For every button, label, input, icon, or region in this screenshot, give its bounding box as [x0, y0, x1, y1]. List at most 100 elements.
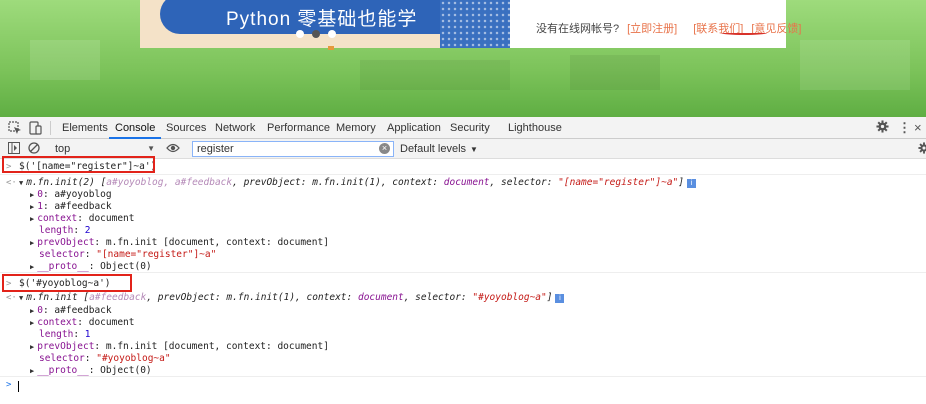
carousel-dot-active[interactable] — [312, 30, 320, 38]
property-key: selector — [39, 353, 85, 364]
live-expression-eye-icon[interactable] — [166, 142, 180, 154]
expand-triangle-icon[interactable]: ▶ — [30, 191, 34, 199]
property-key: context — [37, 213, 78, 224]
property-value: 2 — [84, 225, 91, 236]
chevron-down-icon: ▼ — [147, 144, 155, 153]
more-options-icon[interactable]: ⋮ — [898, 120, 911, 136]
register-link[interactable]: [立即注册] — [627, 23, 677, 35]
property-key: length — [39, 225, 74, 236]
tab-elements[interactable]: Elements — [62, 117, 108, 139]
divider — [0, 174, 926, 175]
tab-application[interactable]: Application — [387, 117, 441, 139]
chevron-down-icon: ▼ — [470, 145, 478, 154]
result-summary-sel-key: , selector: — [403, 292, 473, 303]
expand-triangle-icon[interactable]: ▼ — [19, 294, 23, 302]
context-value: top — [55, 143, 71, 155]
context-selector[interactable]: top ▼ — [50, 141, 158, 157]
inspect-element-icon[interactable] — [8, 121, 22, 135]
property-value: document — [88, 213, 135, 224]
carousel-dot[interactable] — [328, 30, 336, 38]
divider — [0, 272, 926, 273]
clear-filter-icon[interactable]: × — [379, 143, 390, 154]
info-icon[interactable]: i — [687, 179, 697, 188]
property-key: context — [37, 317, 78, 328]
result-prompt-icon: <· — [6, 293, 17, 303]
device-toolbar-icon[interactable] — [28, 121, 42, 135]
result-summary-items: a#yoyoblog, a#feedback — [106, 177, 233, 188]
expand-triangle-icon[interactable]: ▶ — [30, 307, 34, 315]
expand-triangle-icon[interactable]: ▼ — [19, 179, 23, 187]
property-key: prevObject — [37, 237, 95, 248]
page-marker — [328, 46, 334, 50]
background-block — [30, 40, 100, 80]
expand-triangle-icon[interactable]: ▶ — [30, 343, 34, 351]
devtools-tabbar: Elements Console Sources Network Perform… — [0, 117, 926, 139]
background-block — [800, 40, 910, 90]
property-value: Object(0) — [100, 261, 152, 272]
tab-performance[interactable]: Performance — [267, 117, 330, 139]
property-row[interactable]: ▶ context: document — [30, 213, 134, 225]
header-links: 没有在线网帐号? [立即注册] [联系我们] [意见反馈] — [536, 20, 810, 36]
clear-console-icon[interactable] — [28, 142, 40, 154]
close-devtools-icon[interactable]: × — [914, 120, 922, 135]
background-block — [570, 55, 660, 90]
sidebar-toggle-icon[interactable] — [8, 142, 20, 154]
divider — [0, 376, 926, 377]
result-summary-context: document — [357, 292, 404, 303]
property-value: "[name="register"]~a" — [96, 249, 217, 260]
property-key: selector — [39, 249, 85, 260]
banner-dot-pattern — [440, 0, 510, 48]
property-row: length: 2 — [39, 225, 91, 236]
filter-value: register — [197, 143, 234, 155]
property-value: m.fn.init [document, context: document] — [105, 237, 329, 248]
tab-console[interactable]: Console — [108, 117, 162, 139]
feedback-underline-annotation — [721, 31, 767, 35]
result-summary-selector: "#yoyoblog~a" — [472, 292, 547, 303]
expand-triangle-icon[interactable]: ▶ — [30, 263, 34, 271]
carousel-dot[interactable] — [296, 30, 304, 38]
result-summary-tail: ] — [546, 292, 553, 303]
highlight-box — [2, 156, 155, 173]
log-levels-dropdown[interactable]: Default levels ▼ — [400, 141, 478, 157]
property-key: prevObject — [37, 341, 95, 352]
expand-triangle-icon[interactable]: ▶ — [30, 239, 34, 247]
property-row[interactable]: ▶ 0: a#yoyoblog — [30, 189, 112, 201]
background-block — [360, 60, 510, 90]
property-row[interactable]: ▶ context: document — [30, 317, 134, 329]
tab-security[interactable]: Security — [450, 117, 490, 139]
property-value: "#yoyoblog~a" — [96, 353, 171, 364]
console-output[interactable]: > $('[name="register"]~a') <· ▼ m.fn.init… — [0, 156, 926, 404]
console-settings-gear-icon[interactable] — [918, 142, 926, 154]
promo-banner[interactable]: Python 零基础也能学 — [140, 0, 510, 48]
property-value: a#yoyoblog — [54, 189, 112, 200]
property-row[interactable]: ▶ 0: a#feedback — [30, 305, 112, 317]
info-icon[interactable]: i — [555, 294, 565, 303]
tab-memory[interactable]: Memory — [336, 117, 376, 139]
tab-lighthouse[interactable]: Lighthouse — [508, 117, 562, 139]
property-value: document — [88, 317, 135, 328]
result-summary-tail: ] — [678, 177, 685, 188]
banner-title: Python 零基础也能学 — [226, 9, 418, 30]
no-account-text: 没有在线网帐号? — [536, 23, 620, 35]
property-key: __proto__ — [37, 261, 89, 272]
property-row[interactable]: ▶ 1: a#feedback — [30, 201, 112, 213]
tab-network[interactable]: Network — [215, 117, 255, 139]
expand-triangle-icon[interactable]: ▶ — [30, 215, 34, 223]
filter-input[interactable]: register × — [192, 141, 394, 157]
property-value: a#feedback — [54, 201, 112, 212]
result-summary-selector: "[name="register"]~a" — [558, 177, 679, 188]
result-summary-sel-key: , selector: — [489, 177, 559, 188]
property-value: 1 — [84, 329, 91, 340]
tab-sources[interactable]: Sources — [166, 117, 206, 139]
settings-gear-icon[interactable] — [876, 120, 889, 133]
property-row[interactable]: ▶ prevObject: m.fn.init [document, contex… — [30, 237, 329, 249]
expand-triangle-icon[interactable]: ▶ — [30, 319, 34, 327]
expand-triangle-icon[interactable]: ▶ — [30, 203, 34, 211]
highlight-box — [2, 274, 132, 292]
property-row[interactable]: ▶ prevObject: m.fn.init [document, contex… — [30, 341, 329, 353]
result-summary-mid: , prevObject: m.fn.init(1), context: — [232, 177, 444, 188]
property-row: selector: "[name="register"]~a" — [39, 249, 217, 260]
expand-triangle-icon[interactable]: ▶ — [30, 367, 34, 375]
console-input-caret[interactable] — [18, 381, 19, 392]
property-key: __proto__ — [37, 365, 89, 376]
